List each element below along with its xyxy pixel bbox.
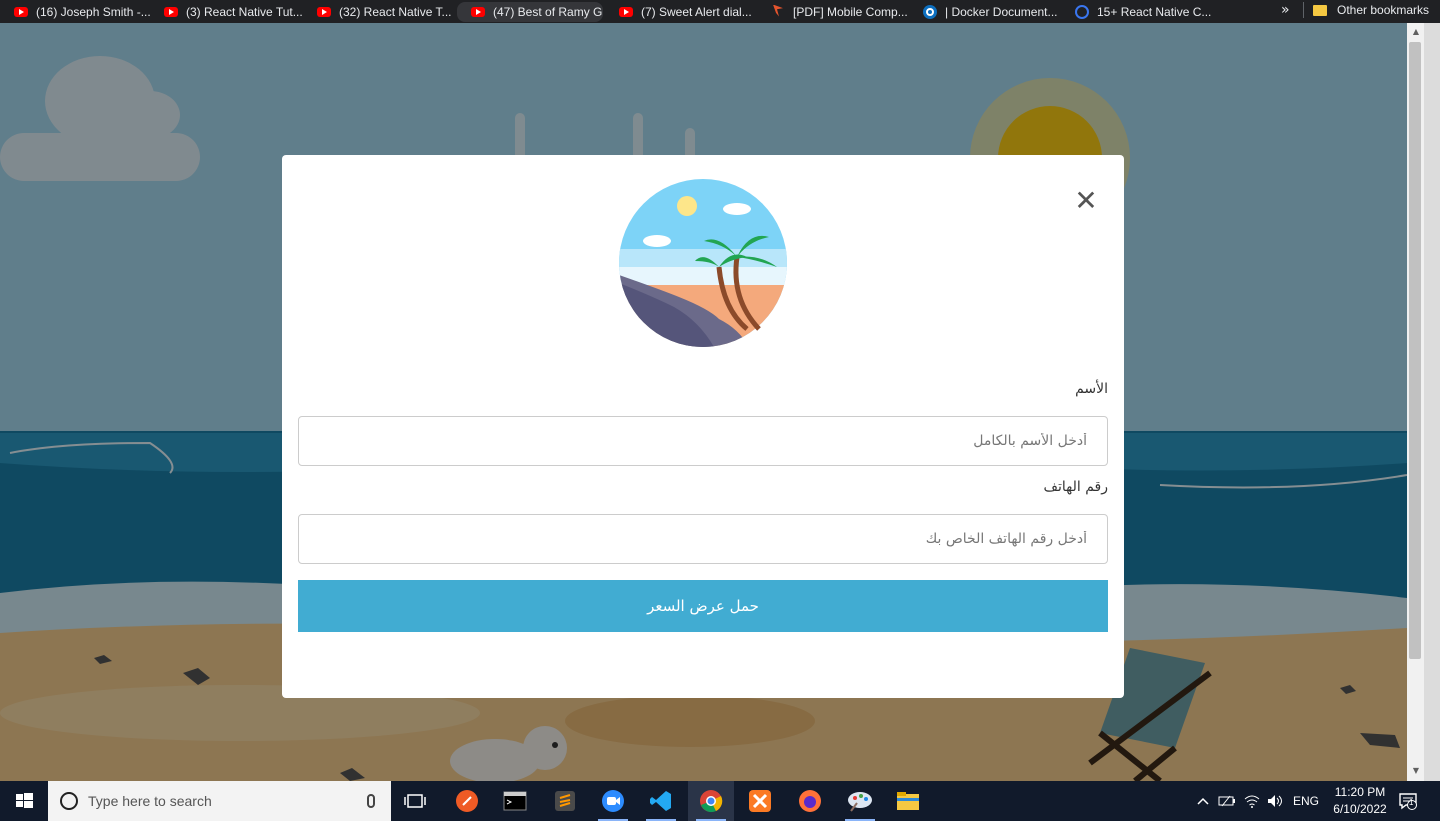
youtube-icon xyxy=(471,6,485,17)
taskbar-search[interactable]: Type here to search xyxy=(48,781,391,821)
speaker-icon xyxy=(1268,795,1282,807)
other-bookmarks-button[interactable]: Other bookmarks xyxy=(1313,0,1429,20)
youtube-icon xyxy=(619,6,633,17)
windows-icon xyxy=(16,793,33,808)
microphone-icon[interactable] xyxy=(367,794,375,808)
vscode-icon xyxy=(650,791,671,811)
pdf-icon xyxy=(771,5,785,19)
bookmarks-divider xyxy=(1303,2,1304,18)
battery-icon xyxy=(1218,795,1235,807)
terminal-icon xyxy=(503,791,527,811)
beach-logo xyxy=(619,179,787,347)
task-view-button[interactable] xyxy=(392,781,438,821)
youtube-icon xyxy=(14,6,28,17)
firefox-app[interactable] xyxy=(787,781,833,821)
notification-icon xyxy=(1399,793,1417,810)
name-input[interactable] xyxy=(298,416,1108,466)
paint-icon xyxy=(848,792,872,812)
phone-label: رقم الهاتف xyxy=(1043,479,1108,495)
bookmark-item[interactable]: (32) React Native T... xyxy=(303,2,455,22)
postman-app[interactable] xyxy=(444,781,490,821)
docker-icon xyxy=(923,4,937,19)
youtube-icon xyxy=(164,6,178,17)
clock[interactable]: 11:20 PM 6/10/2022 xyxy=(1322,784,1398,818)
close-icon[interactable]: ✕ xyxy=(1073,187,1099,215)
bookmark-item[interactable]: [PDF] Mobile Comp... xyxy=(757,2,909,22)
folder-icon xyxy=(1313,4,1327,16)
name-label: الأسم xyxy=(1075,381,1108,397)
language-indicator[interactable]: ENG xyxy=(1293,781,1319,821)
notification-count: 1 xyxy=(1409,798,1414,807)
zoom-app[interactable] xyxy=(590,781,636,821)
bookmark-item[interactable]: | Docker Document... xyxy=(909,2,1061,22)
youtube-icon xyxy=(317,6,331,17)
phone-input[interactable] xyxy=(298,514,1108,564)
chrome-icon xyxy=(700,790,723,813)
submit-quote-button[interactable]: حمل عرض السعر xyxy=(298,580,1108,632)
postman-icon xyxy=(456,790,478,812)
quote-modal: ✕ الأسم رقم الهاتف حمل عرض السعر xyxy=(282,155,1124,698)
chrome-app[interactable] xyxy=(688,781,734,821)
bookmark-item[interactable]: (3) React Native Tut... xyxy=(150,2,303,22)
bookmark-item[interactable]: (16) Joseph Smith -... xyxy=(0,2,150,22)
notification-center-button[interactable]: 1 xyxy=(1398,781,1418,821)
file-explorer-app[interactable] xyxy=(885,781,931,821)
volume-control[interactable] xyxy=(1266,781,1284,821)
paint-app[interactable] xyxy=(837,781,883,821)
bookmark-item[interactable]: (7) Sweet Alert dial... xyxy=(605,2,757,22)
battery-status[interactable] xyxy=(1218,781,1236,821)
scroll-up-arrow[interactable]: ▲ xyxy=(1408,27,1424,37)
gear-icon xyxy=(1075,4,1089,19)
sublime-icon xyxy=(555,791,575,811)
chevron-up-icon xyxy=(1197,797,1209,805)
start-button[interactable] xyxy=(0,781,48,821)
zoom-icon xyxy=(602,790,624,812)
xampp-icon xyxy=(749,790,771,812)
taskbar: Type here to search ENG 11:20 PM 6/10/20… xyxy=(0,781,1440,821)
scrollbar-thumb[interactable] xyxy=(1409,42,1421,659)
bookmark-item[interactable]: (47) Best of Ramy G... xyxy=(457,1,603,22)
terminal-app[interactable] xyxy=(492,781,538,821)
xampp-app[interactable] xyxy=(737,781,783,821)
cortana-icon xyxy=(60,792,78,810)
bookmarks-bar: (16) Joseph Smith -... (3) React Native … xyxy=(0,0,1440,23)
bookmark-item[interactable]: 15+ React Native C... xyxy=(1061,2,1211,22)
vscode-app[interactable] xyxy=(638,781,684,821)
scrollbar-gutter xyxy=(1424,23,1440,781)
task-view-icon xyxy=(404,794,426,808)
firefox-icon xyxy=(799,790,821,812)
sublime-text-app[interactable] xyxy=(542,781,588,821)
wifi-icon xyxy=(1244,795,1260,808)
network-status[interactable] xyxy=(1244,781,1260,821)
scroll-down-arrow[interactable]: ▼ xyxy=(1408,766,1424,776)
bookmarks-overflow-button[interactable]: » xyxy=(1281,0,1290,20)
show-hidden-icons-button[interactable] xyxy=(1196,781,1210,821)
folder-icon xyxy=(897,792,919,810)
